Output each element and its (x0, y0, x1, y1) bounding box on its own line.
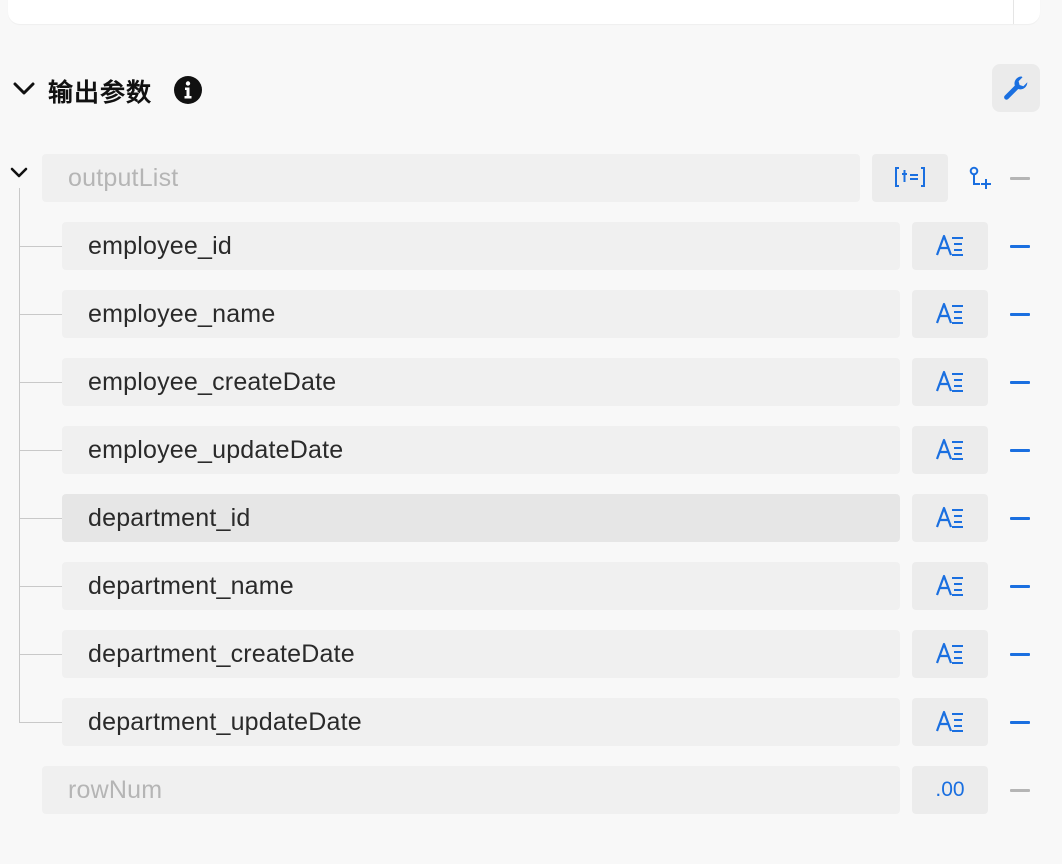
output-list-name-input[interactable]: outputList (42, 154, 860, 202)
minus-icon[interactable] (1006, 640, 1034, 668)
string-type-icon[interactable] (912, 358, 988, 406)
previous-panel-card (8, 0, 1040, 24)
tree-branch-line (19, 654, 62, 655)
wrench-icon[interactable] (992, 64, 1040, 112)
info-icon[interactable] (173, 75, 203, 105)
number-type-button[interactable]: .00 (912, 766, 988, 814)
minus-icon[interactable] (1006, 708, 1034, 736)
row-num-name-input[interactable]: rowNum (42, 766, 900, 814)
section-title: 输出参数 (48, 78, 153, 107)
minus-icon[interactable] (1006, 436, 1034, 464)
minus-icon[interactable] (1006, 572, 1034, 600)
string-type-icon[interactable] (912, 698, 988, 746)
field-name-input[interactable]: department_id (62, 494, 900, 542)
tree-branch-line (19, 450, 62, 451)
minus-icon[interactable] (1006, 368, 1034, 396)
panel-divider (1013, 0, 1014, 24)
field-name-input[interactable]: department_createDate (62, 630, 900, 678)
expand-chevron-icon[interactable] (6, 160, 32, 186)
minus-icon[interactable] (1006, 300, 1034, 328)
minus-icon[interactable] (1006, 232, 1034, 260)
string-type-icon[interactable] (912, 290, 988, 338)
minus-icon[interactable] (1006, 776, 1034, 804)
minus-icon[interactable] (1006, 504, 1034, 532)
chevron-down-icon[interactable] (10, 75, 38, 103)
add-child-node-icon[interactable] (966, 164, 994, 192)
string-type-icon[interactable] (912, 494, 988, 542)
tree-branch-line (19, 586, 62, 587)
tree-branch-line (19, 518, 62, 519)
field-name-input[interactable]: employee_name (62, 290, 900, 338)
number-type-label: .00 (935, 778, 965, 801)
string-type-icon[interactable] (912, 562, 988, 610)
string-type-icon[interactable] (912, 426, 988, 474)
output-params-header: 输出参数 (0, 64, 1062, 114)
tree-branch-line (19, 382, 62, 383)
tree-branch-line (19, 722, 62, 723)
tree-connector-line (19, 188, 20, 723)
tree-branch-line (19, 314, 62, 315)
string-type-icon[interactable] (912, 630, 988, 678)
field-name-input[interactable]: department_name (62, 562, 900, 610)
field-name-input[interactable]: employee_updateDate (62, 426, 900, 474)
tree-branch-line (19, 246, 62, 247)
minus-icon[interactable] (1006, 164, 1034, 192)
array-type-icon[interactable] (872, 154, 948, 202)
field-name-input[interactable]: employee_id (62, 222, 900, 270)
field-name-input[interactable]: department_updateDate (62, 698, 900, 746)
field-name-input[interactable]: employee_createDate (62, 358, 900, 406)
string-type-icon[interactable] (912, 222, 988, 270)
